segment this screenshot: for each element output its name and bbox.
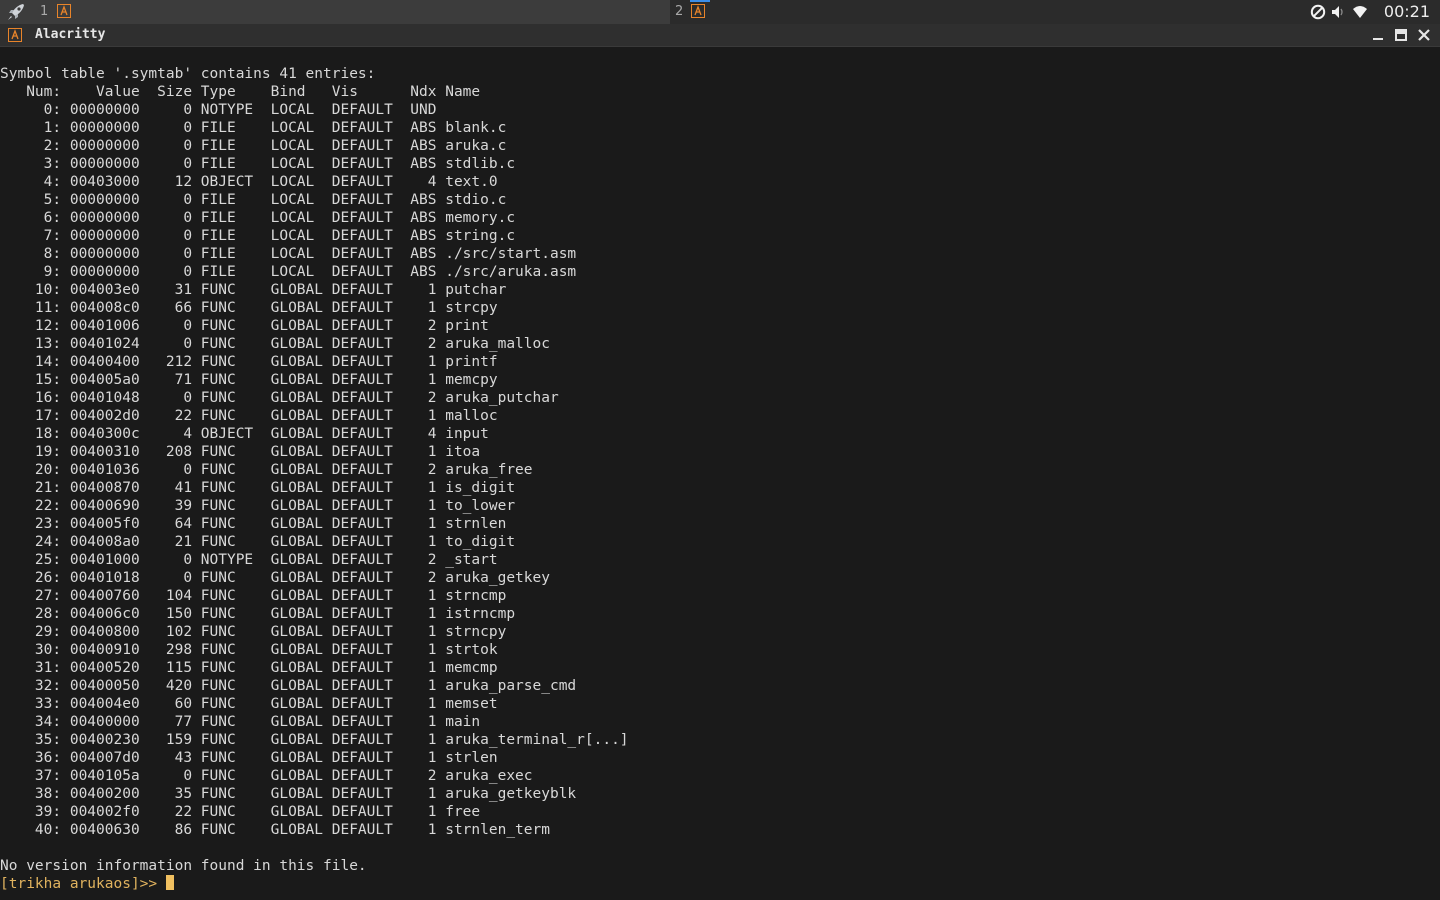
- close-icon[interactable]: [1416, 27, 1432, 43]
- terminal-line: 26: 00401018 0 FUNC GLOBAL DEFAULT 2 aru…: [0, 570, 550, 586]
- terminal-line: 29: 00400800 102 FUNC GLOBAL DEFAULT 1 s…: [0, 624, 507, 640]
- terminal-line: 37: 0040105a 0 FUNC GLOBAL DEFAULT 2 aru…: [0, 768, 533, 784]
- terminal-output: Symbol table '.symtab' contains 41 entri…: [0, 65, 629, 893]
- terminal-line: 15: 004005a0 71 FUNC GLOBAL DEFAULT 1 me…: [0, 372, 498, 388]
- rocket-launcher-icon[interactable]: [6, 2, 28, 22]
- shell-prompt: [trikha arukaos]>>: [0, 876, 166, 892]
- terminal-area[interactable]: Symbol table '.symtab' contains 41 entri…: [0, 47, 1440, 900]
- system-tray: 00:21: [1300, 0, 1440, 24]
- shell-prompt-line[interactable]: [trikha arukaos]>>: [0, 875, 629, 893]
- workspace-1[interactable]: 1: [0, 0, 670, 24]
- terminal-line: 17: 004002d0 22 FUNC GLOBAL DEFAULT 1 ma…: [0, 408, 498, 424]
- terminal-line: 28: 004006c0 150 FUNC GLOBAL DEFAULT 1 i…: [0, 606, 516, 622]
- volume-icon[interactable]: [1330, 4, 1346, 20]
- terminal-line: 32: 00400050 420 FUNC GLOBAL DEFAULT 1 a…: [0, 678, 577, 694]
- terminal-line: 11: 004008c0 66 FUNC GLOBAL DEFAULT 1 st…: [0, 300, 498, 316]
- workspace-2-number: 2: [675, 4, 684, 19]
- terminal-line: 30: 00400910 298 FUNC GLOBAL DEFAULT 1 s…: [0, 642, 498, 658]
- maximize-icon[interactable]: [1393, 27, 1409, 43]
- terminal-line: 38: 00400200 35 FUNC GLOBAL DEFAULT 1 ar…: [0, 786, 577, 802]
- terminal-line: 35: 00400230 159 FUNC GLOBAL DEFAULT 1 a…: [0, 732, 629, 748]
- terminal-line: 31: 00400520 115 FUNC GLOBAL DEFAULT 1 m…: [0, 660, 498, 676]
- terminal-line: 23: 004005f0 64 FUNC GLOBAL DEFAULT 1 st…: [0, 516, 507, 532]
- terminal-line: 13: 00401024 0 FUNC GLOBAL DEFAULT 2 aru…: [0, 336, 550, 352]
- terminal-line: 39: 004002f0 22 FUNC GLOBAL DEFAULT 1 fr…: [0, 804, 481, 820]
- terminal-line: 20: 00401036 0 FUNC GLOBAL DEFAULT 2 aru…: [0, 462, 533, 478]
- terminal-line: 10: 004003e0 31 FUNC GLOBAL DEFAULT 1 pu…: [0, 282, 507, 298]
- terminal-line: 21: 00400870 41 FUNC GLOBAL DEFAULT 1 is…: [0, 480, 516, 496]
- alacritty-icon: [691, 4, 705, 18]
- symtab-header: Symbol table '.symtab' contains 41 entri…: [0, 66, 376, 82]
- terminal-line: 25: 00401000 0 NOTYPE GLOBAL DEFAULT 2 _…: [0, 552, 498, 568]
- window-title: Alacritty: [35, 27, 106, 42]
- terminal-line: 36: 004007d0 43 FUNC GLOBAL DEFAULT 1 st…: [0, 750, 498, 766]
- terminal-line: 4: 00403000 12 OBJECT LOCAL DEFAULT 4 te…: [0, 174, 498, 190]
- terminal-line: 1: 00000000 0 FILE LOCAL DEFAULT ABS bla…: [0, 120, 507, 136]
- terminal-line: 9: 00000000 0 FILE LOCAL DEFAULT ABS ./s…: [0, 264, 577, 280]
- terminal-line: 24: 004008a0 21 FUNC GLOBAL DEFAULT 1 to…: [0, 534, 516, 550]
- terminal-line: 12: 00401006 0 FUNC GLOBAL DEFAULT 2 pri…: [0, 318, 489, 334]
- top-panel: 1 2 00:21: [0, 0, 1440, 24]
- terminal-line: 27: 00400760 104 FUNC GLOBAL DEFAULT 1 s…: [0, 588, 507, 604]
- wifi-icon[interactable]: [1352, 4, 1368, 20]
- terminal-line: 3: 00000000 0 FILE LOCAL DEFAULT ABS std…: [0, 156, 516, 172]
- terminal-line: 33: 004004e0 60 FUNC GLOBAL DEFAULT 1 me…: [0, 696, 498, 712]
- terminal-line: 16: 00401048 0 FUNC GLOBAL DEFAULT 2 aru…: [0, 390, 559, 406]
- terminal-line: 19: 00400310 208 FUNC GLOBAL DEFAULT 1 i…: [0, 444, 481, 460]
- terminal-line: 14: 00400400 212 FUNC GLOBAL DEFAULT 1 p…: [0, 354, 498, 370]
- terminal-line: No version information found in this fil…: [0, 858, 367, 874]
- terminal-line: 22: 00400690 39 FUNC GLOBAL DEFAULT 1 to…: [0, 498, 516, 514]
- alacritty-icon: [57, 4, 71, 18]
- active-workspace-indicator: [690, 0, 710, 2]
- terminal-line: 0: 00000000 0 NOTYPE LOCAL DEFAULT UND: [0, 102, 446, 118]
- terminal-line: 7: 00000000 0 FILE LOCAL DEFAULT ABS str…: [0, 228, 516, 244]
- workspace-1-number: 1: [40, 4, 49, 19]
- alacritty-icon: [8, 28, 22, 42]
- terminal-line: 2: 00000000 0 FILE LOCAL DEFAULT ABS aru…: [0, 138, 507, 154]
- terminal-line: 18: 0040300c 4 OBJECT GLOBAL DEFAULT 4 i…: [0, 426, 489, 442]
- terminal-line: 40: 00400630 86 FUNC GLOBAL DEFAULT 1 st…: [0, 822, 550, 838]
- clock[interactable]: 00:21: [1384, 2, 1430, 22]
- terminal-line: 6: 00000000 0 FILE LOCAL DEFAULT ABS mem…: [0, 210, 516, 226]
- dnd-icon[interactable]: [1310, 4, 1326, 20]
- terminal-line: 8: 00000000 0 FILE LOCAL DEFAULT ABS ./s…: [0, 246, 577, 262]
- minimize-icon[interactable]: [1370, 27, 1386, 43]
- terminal-line: 5: 00000000 0 FILE LOCAL DEFAULT ABS std…: [0, 192, 507, 208]
- column-headers: Num: Value Size Type Bind Vis Ndx Name: [0, 84, 481, 100]
- text-cursor: [165, 875, 174, 890]
- terminal-line: 34: 00400000 77 FUNC GLOBAL DEFAULT 1 ma…: [0, 714, 481, 730]
- window-titlebar[interactable]: Alacritty: [0, 24, 1440, 47]
